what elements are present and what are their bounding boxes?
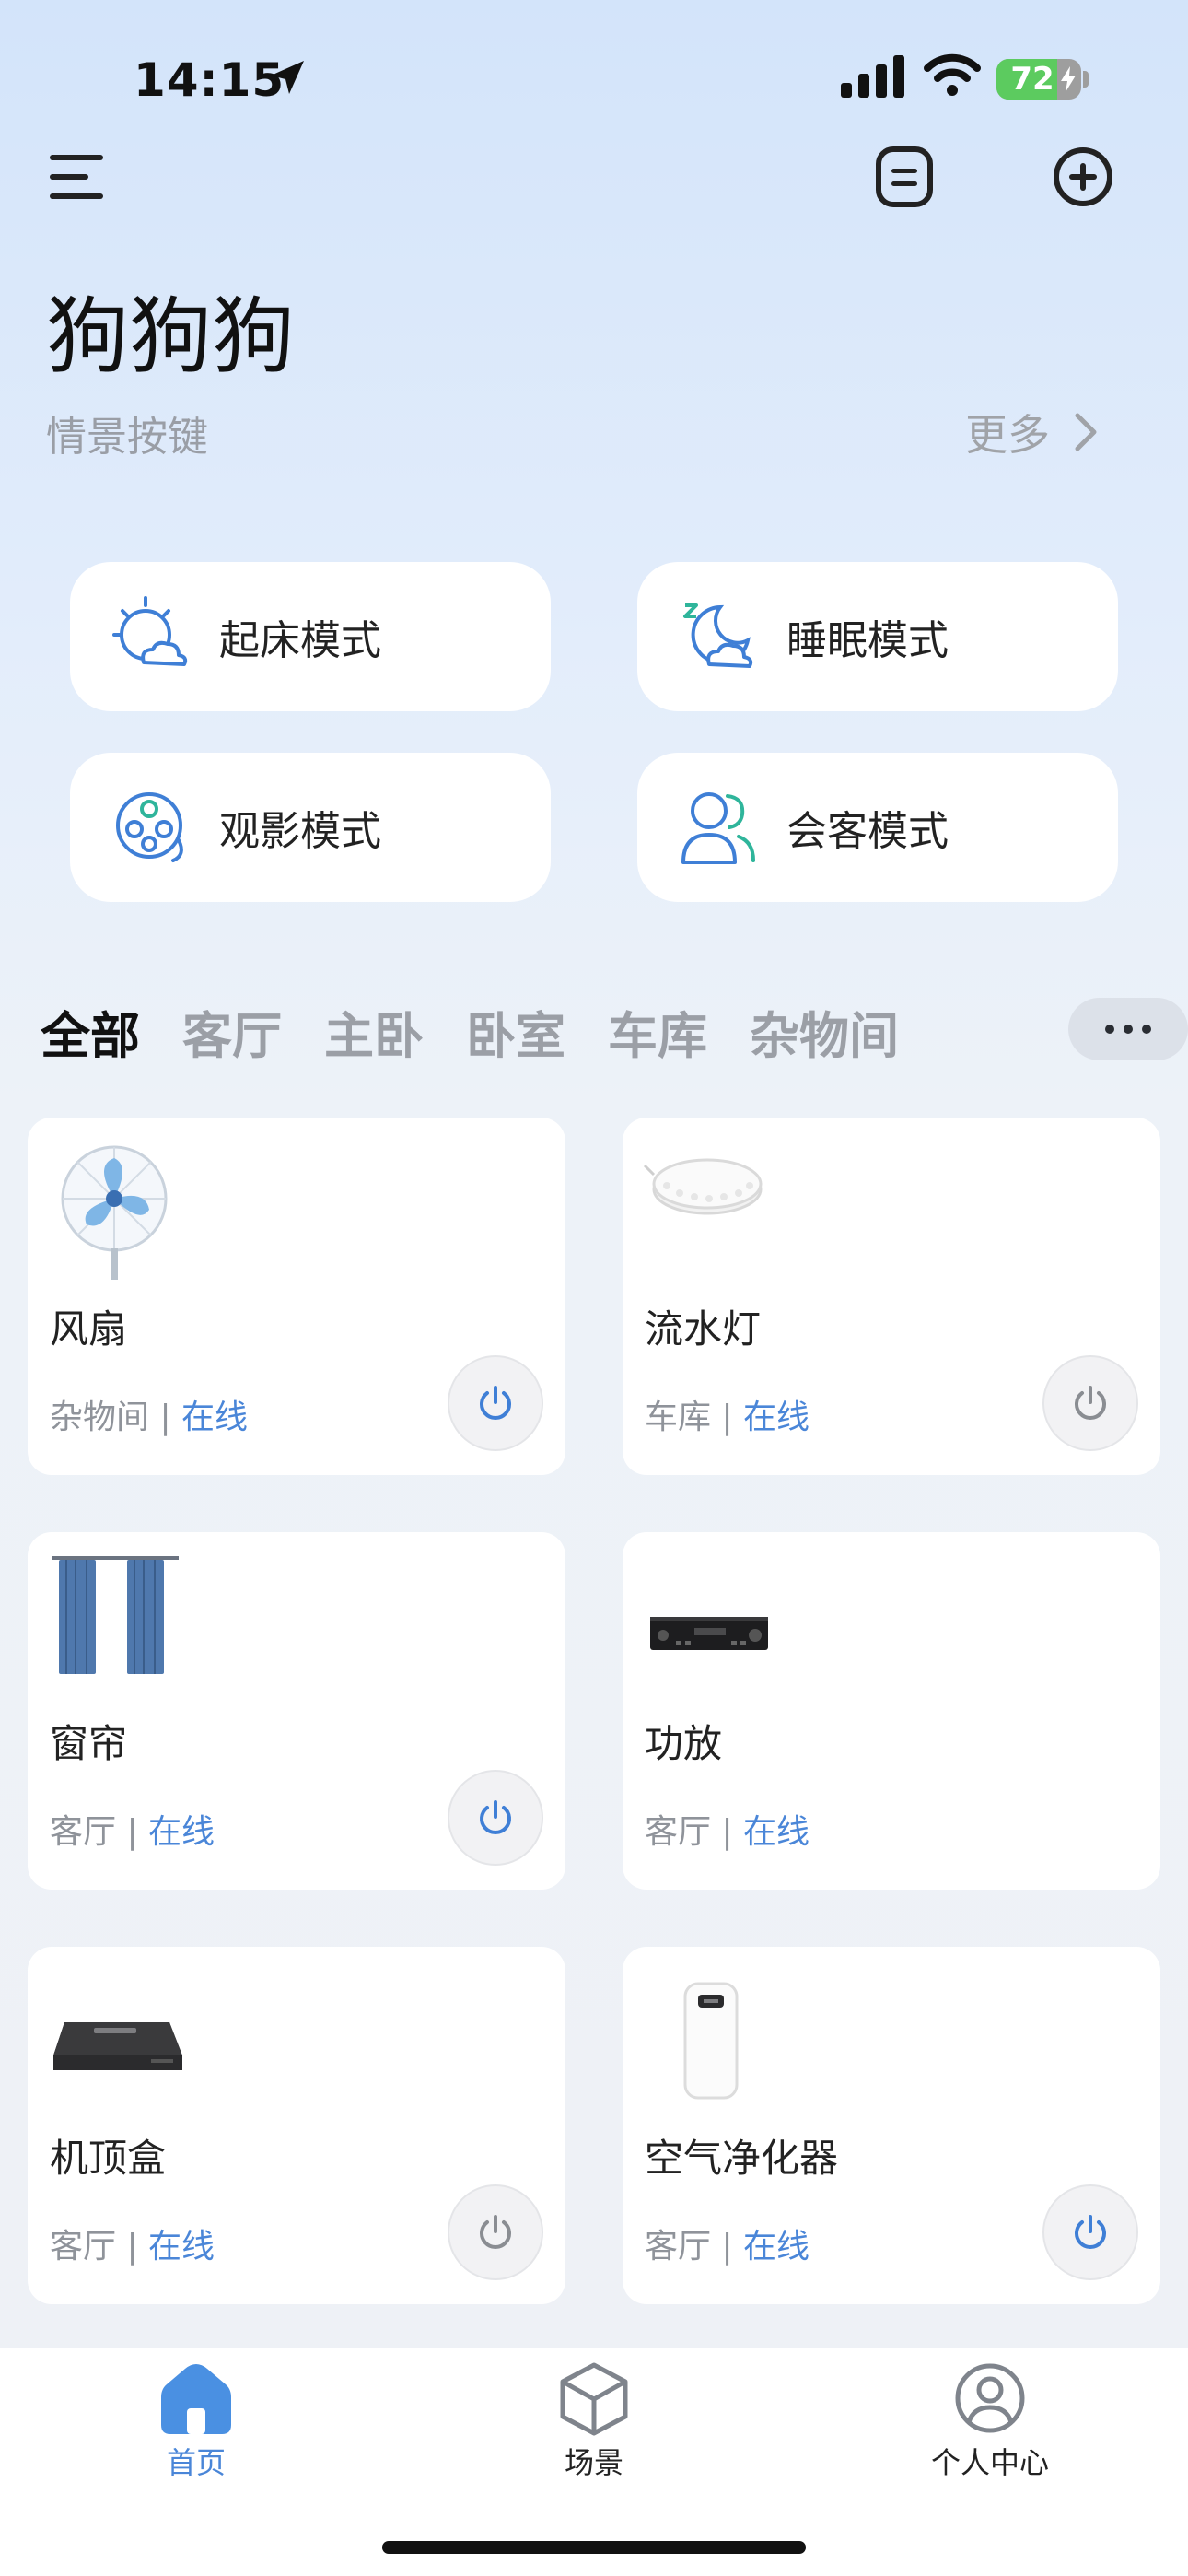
curtain-icon [52, 1556, 179, 1674]
room-tabs: 全部 客厅 主卧 卧室 车库 杂物间 [41, 995, 899, 1068]
tab-storage-room[interactable]: 杂物间 [750, 995, 899, 1068]
device-name: 窗帘 [50, 1721, 128, 1766]
list-icon[interactable] [875, 146, 934, 208]
scene-label: 观影模式 [219, 808, 381, 855]
power-icon [480, 2215, 511, 2249]
scene-label: 睡眠模式 [786, 617, 949, 664]
device-name: 流水灯 [645, 1306, 762, 1352]
device-status: 在线 [743, 1399, 810, 1436]
location-arrow-icon [271, 61, 304, 94]
device-status: 在线 [743, 2228, 810, 2266]
device-room: 客厅 [50, 1813, 117, 1851]
chevron-right-icon [1075, 413, 1097, 451]
device-status: 在线 [743, 1813, 810, 1851]
power-icon [480, 1800, 511, 1834]
scene-button-wake[interactable]: 起床模式 [70, 562, 551, 711]
tab-all[interactable]: 全部 [41, 995, 140, 1068]
set-top-box-icon [53, 2022, 182, 2070]
battery-indicator: 72 [996, 59, 1081, 100]
device-card-fan[interactable]: 风扇 杂物间 | 在线 [28, 1118, 565, 1475]
device-room: 杂物间 [50, 1399, 150, 1436]
device-meta: 客厅 | 在线 [645, 2228, 810, 2266]
sunrise-cloud-icon [107, 592, 195, 681]
power-icon [480, 1386, 511, 1420]
guests-icon [674, 783, 763, 872]
battery-cap [1083, 71, 1089, 88]
user-icon [955, 2363, 1025, 2433]
power-button[interactable] [448, 1770, 543, 1866]
power-button[interactable] [448, 2184, 543, 2280]
nav-label: 首页 [166, 2445, 226, 2480]
more-link[interactable]: 更多 [965, 402, 1098, 463]
nav-scenes[interactable]: 场景 [502, 2360, 686, 2482]
tab-bedroom[interactable]: 卧室 [466, 995, 565, 1068]
device-meta: 客厅 | 在线 [645, 1813, 810, 1851]
device-meta: 客厅 | 在线 [50, 1813, 215, 1851]
device-name: 风扇 [50, 1306, 128, 1352]
air-purifier-icon [683, 1982, 739, 2100]
scene-label: 起床模式 [219, 617, 381, 664]
home-icon [161, 2364, 231, 2434]
device-status: 在线 [181, 1399, 249, 1436]
nav-profile[interactable]: 个人中心 [898, 2360, 1082, 2482]
device-room: 客厅 [645, 2228, 712, 2266]
device-status: 在线 [148, 2228, 215, 2266]
more-label: 更多 [965, 410, 1050, 460]
device-room: 车库 [645, 1399, 712, 1436]
cube-icon [560, 2362, 628, 2436]
device-card-set-top-box[interactable]: 机顶盒 客厅 | 在线 [28, 1947, 565, 2304]
wifi-icon [924, 53, 981, 96]
scene-section-label: 情景按键 [46, 414, 208, 461]
scene-button-movie[interactable]: 观影模式 [70, 753, 551, 902]
tab-garage[interactable]: 车库 [608, 995, 707, 1068]
device-meta: 杂物间 | 在线 [50, 1399, 249, 1436]
add-icon[interactable] [1052, 146, 1114, 208]
device-meta: 车库 | 在线 [645, 1399, 810, 1436]
nav-label: 场景 [564, 2445, 623, 2480]
device-card-curtain[interactable]: 窗帘 客厅 | 在线 [28, 1532, 565, 1890]
film-reel-icon [107, 783, 195, 872]
scene-label: 会客模式 [786, 808, 949, 855]
device-name: 空气净化器 [645, 2136, 839, 2181]
device-name: 机顶盒 [50, 2136, 167, 2181]
device-room: 客厅 [645, 1813, 712, 1851]
device-name: 功放 [645, 1721, 723, 1766]
home-title: 狗狗狗 [46, 288, 295, 385]
scene-button-sleep[interactable]: 睡眠模式 [637, 562, 1118, 711]
moon-cloud-icon [674, 592, 763, 681]
led-strip-icon [643, 1158, 763, 1215]
device-card-led-strip[interactable]: 流水灯 车库 | 在线 [623, 1118, 1160, 1475]
status-time: 14:15 [134, 53, 285, 107]
tab-living-room[interactable]: 客厅 [182, 995, 282, 1068]
power-button[interactable] [1042, 1355, 1138, 1451]
power-button[interactable] [448, 1355, 543, 1451]
power-button[interactable] [1042, 2184, 1138, 2280]
device-meta: 客厅 | 在线 [50, 2228, 215, 2266]
tabs-more-button[interactable] [1068, 998, 1188, 1060]
amplifier-icon [650, 1617, 768, 1650]
device-room: 客厅 [50, 2228, 117, 2266]
battery-percent: 72 [1010, 61, 1054, 98]
home-indicator [382, 2541, 806, 2554]
power-icon [1075, 2215, 1106, 2249]
device-card-air-purifier[interactable]: 空气净化器 客厅 | 在线 [623, 1947, 1160, 2304]
device-card-amplifier[interactable]: 功放 客厅 | 在线 [623, 1532, 1160, 1890]
power-icon [1075, 1386, 1106, 1420]
cellular-signal-icon [841, 55, 904, 98]
tab-master-bedroom[interactable]: 主卧 [324, 995, 424, 1068]
nav-label: 个人中心 [930, 2445, 1049, 2480]
charging-bolt-icon [1061, 66, 1076, 92]
device-status: 在线 [148, 1813, 215, 1851]
menu-icon[interactable] [50, 153, 107, 201]
nav-home[interactable]: 首页 [104, 2360, 288, 2482]
scene-button-guest[interactable]: 会客模式 [637, 753, 1118, 902]
fan-icon [61, 1145, 168, 1280]
